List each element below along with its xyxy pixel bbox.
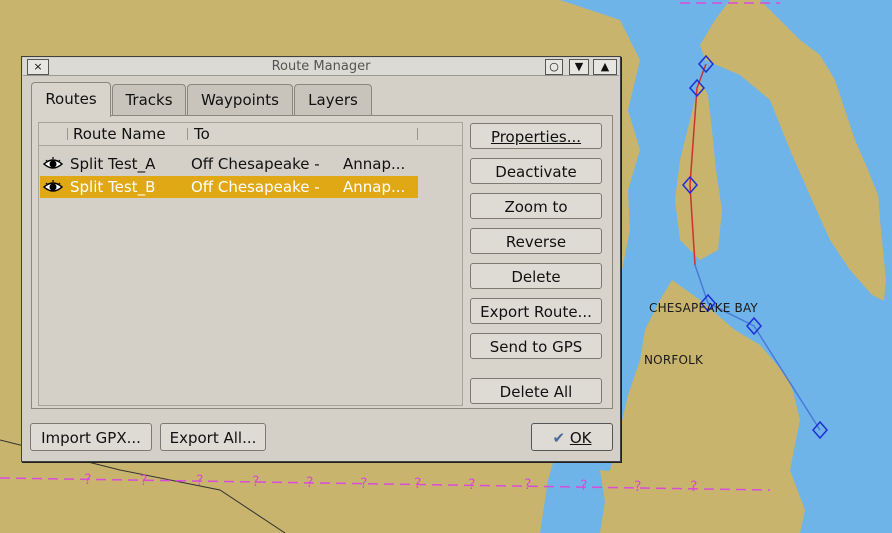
route-to: Off Chesapeake - [191, 178, 320, 196]
svg-text:?: ? [690, 479, 697, 495]
delete-all-button[interactable]: Delete All [470, 378, 602, 404]
route-list-header: Route Name To [39, 123, 462, 146]
svg-text:?: ? [468, 477, 475, 493]
svg-text:?: ? [524, 477, 531, 493]
tab-tracks[interactable]: Tracks [112, 84, 186, 115]
tab-routes[interactable]: Routes [31, 82, 111, 117]
svg-text:?: ? [252, 474, 259, 490]
send-to-gps-button[interactable]: Send to GPS [470, 333, 602, 359]
export-route-button[interactable]: Export Route... [470, 298, 602, 324]
eye-icon[interactable] [43, 156, 63, 172]
route-to-end: Annap... [343, 178, 406, 196]
svg-text:?: ? [414, 476, 421, 492]
route-list[interactable]: Route Name To Split Test_A Off Chesapeak… [38, 122, 463, 406]
tab-layers[interactable]: Layers [294, 84, 372, 115]
route-to-end: Annap... [343, 155, 406, 173]
shade-down-icon[interactable]: ▼ [569, 59, 589, 75]
delete-button[interactable]: Delete [470, 263, 602, 289]
eye-icon[interactable] [43, 179, 63, 195]
route-row-selected[interactable]: Split Test_B Off Chesapeake - Annap... [40, 176, 418, 198]
dialog-title: Route Manager [271, 59, 371, 74]
route-name: Split Test_A [70, 155, 156, 173]
import-gpx-button[interactable]: Import GPX... [30, 423, 152, 451]
reverse-button[interactable]: Reverse [470, 228, 602, 254]
svg-text:?: ? [140, 473, 147, 489]
svg-text:?: ? [360, 476, 367, 492]
route-manager-dialog: × Route Manager ○ ▼ ▲ Routes Tracks Wayp… [21, 56, 621, 462]
routes-panel: Route Name To Split Test_A Off Chesapeak… [31, 115, 613, 409]
svg-text:?: ? [634, 479, 641, 495]
raise-icon[interactable]: ▲ [593, 59, 617, 75]
map-label-chesapeake-bay: CHESAPEAKE BAY [649, 301, 758, 315]
title-bar[interactable]: × Route Manager ○ ▼ ▲ [23, 58, 619, 76]
route-name: Split Test_B [70, 178, 156, 196]
deactivate-button[interactable]: Deactivate [470, 158, 602, 184]
check-icon: ✔ [552, 429, 566, 447]
route-row[interactable]: Split Test_A Off Chesapeake - Annap... [40, 153, 418, 175]
column-header-to[interactable]: To [194, 125, 210, 143]
map-label-norfolk: NORFOLK [644, 353, 704, 367]
ok-button[interactable]: ✔ OK [531, 423, 613, 451]
svg-text:?: ? [84, 472, 91, 488]
svg-text:?: ? [196, 473, 203, 489]
zoom-to-button[interactable]: Zoom to [470, 193, 602, 219]
export-all-button[interactable]: Export All... [160, 423, 266, 451]
route-to: Off Chesapeake - [191, 155, 320, 173]
minimize-icon[interactable]: ○ [545, 59, 563, 75]
svg-text:?: ? [580, 478, 587, 494]
svg-text:?: ? [306, 475, 313, 491]
column-header-route-name[interactable]: Route Name [73, 125, 166, 143]
properties-button[interactable]: Properties... [470, 123, 602, 149]
tab-waypoints[interactable]: Waypoints [187, 84, 293, 115]
